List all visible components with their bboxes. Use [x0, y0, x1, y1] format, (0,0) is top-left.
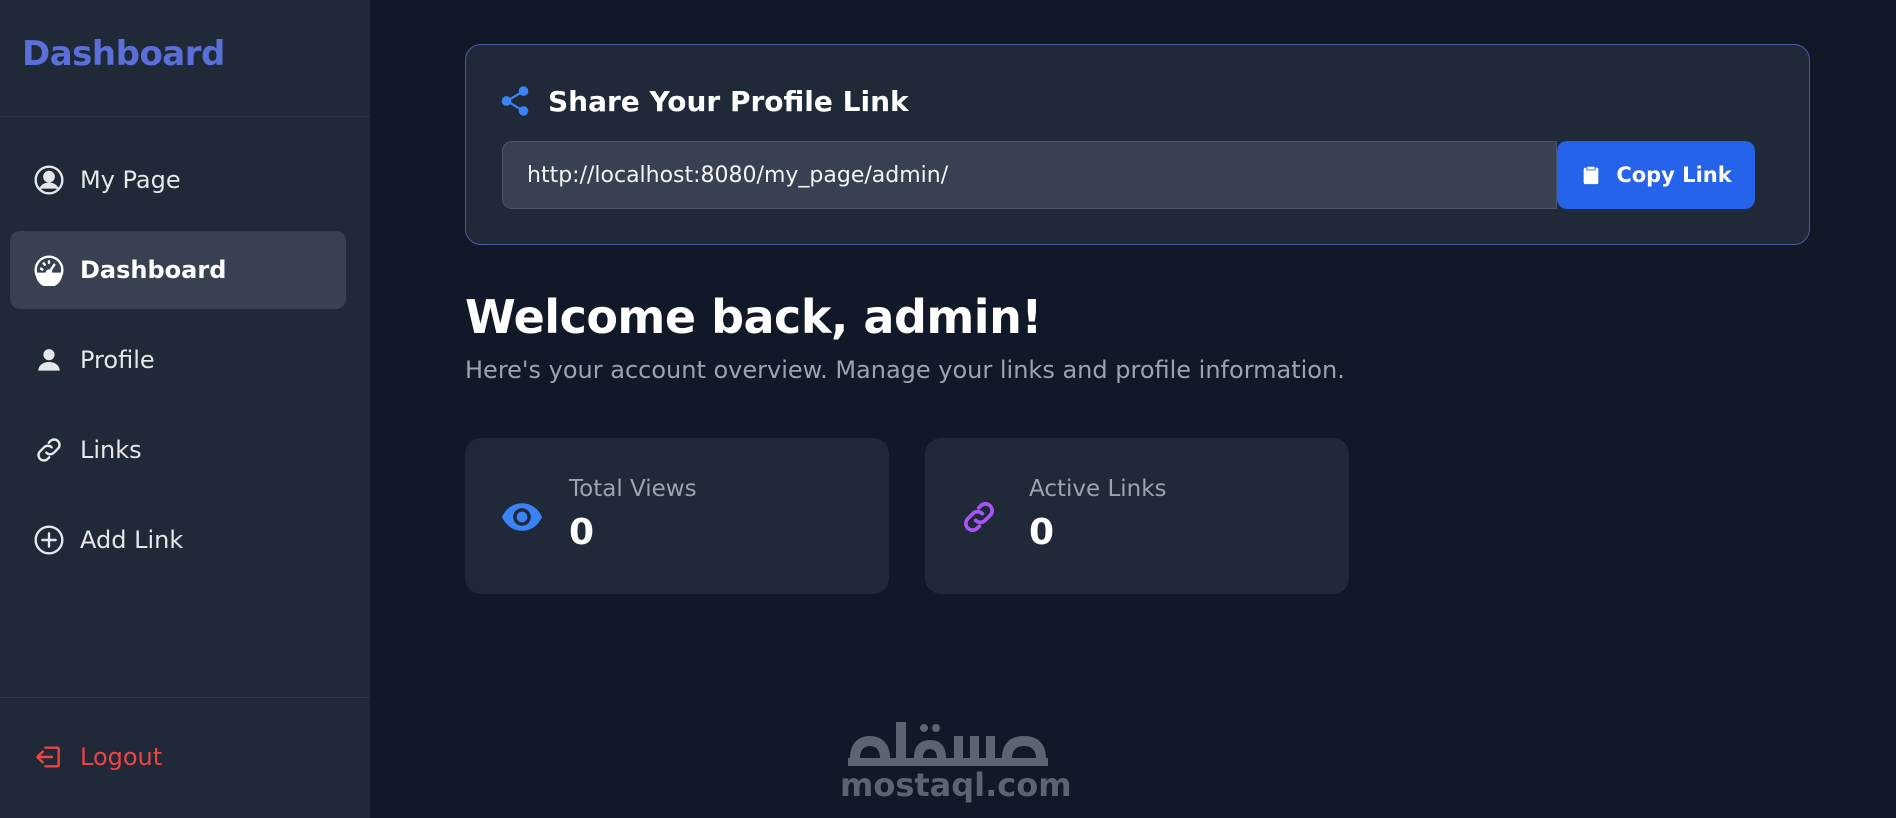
share-title-text: Share Your Profile Link [548, 84, 909, 118]
copy-link-button[interactable]: Copy Link [1557, 141, 1755, 209]
stat-value: 0 [569, 512, 595, 553]
logout-label: Logout [80, 743, 163, 771]
sidebar-item-label: Add Link [80, 526, 184, 554]
share-profile-card: Share Your Profile Link Copy Link [465, 44, 1810, 245]
welcome-subtitle: Here's your account overview. Manage you… [465, 356, 1345, 384]
divider [0, 116, 370, 117]
brand-title[interactable]: Dashboard [22, 34, 225, 74]
link-icon [32, 433, 66, 467]
sidebar-item-label: Links [80, 436, 142, 464]
sidebar-item-profile[interactable]: Profile [10, 321, 346, 399]
stat-label: Active Links [1029, 476, 1167, 502]
sidebar-item-label: Dashboard [80, 256, 227, 284]
plus-circle-icon [32, 523, 66, 557]
logout-button[interactable]: Logout [32, 740, 162, 774]
sidebar-item-my-page[interactable]: My Page [10, 141, 346, 219]
mostaql-watermark: mostaql.com [838, 700, 1072, 810]
sidebar-item-add-link[interactable]: Add Link [10, 501, 346, 579]
share-icon [498, 83, 534, 119]
eye-icon [499, 494, 545, 540]
sidebar-item-dashboard[interactable]: Dashboard [10, 231, 346, 309]
user-circle-icon [32, 163, 66, 197]
clipboard-icon [1580, 163, 1604, 187]
welcome-heading: Welcome back, admin! [465, 290, 1042, 344]
mostaql-logo [848, 722, 1048, 766]
profile-link-input[interactable] [502, 141, 1557, 209]
sidebar: Dashboard My Page Dashboard Profile Link… [0, 0, 370, 818]
sidebar-item-links[interactable]: Links [10, 411, 346, 489]
sidebar-item-label: My Page [80, 166, 181, 194]
stat-card-total-views: Total Views 0 [465, 438, 889, 594]
link-icon [959, 494, 1005, 540]
share-title: Share Your Profile Link [498, 83, 909, 119]
user-icon [32, 343, 66, 377]
app-root: Dashboard My Page Dashboard Profile Link… [0, 0, 1896, 818]
divider [0, 697, 370, 698]
sidebar-nav: My Page Dashboard Profile Links Add Link [10, 141, 346, 591]
stat-card-active-links: Active Links 0 [925, 438, 1349, 594]
sidebar-item-label: Profile [80, 346, 155, 374]
speedometer-icon [32, 253, 66, 287]
copy-link-label: Copy Link [1616, 163, 1732, 187]
stat-value: 0 [1029, 512, 1055, 553]
stat-label: Total Views [569, 476, 697, 502]
watermark-latin: mostaql.com [840, 766, 1072, 804]
logout-icon [32, 740, 66, 774]
